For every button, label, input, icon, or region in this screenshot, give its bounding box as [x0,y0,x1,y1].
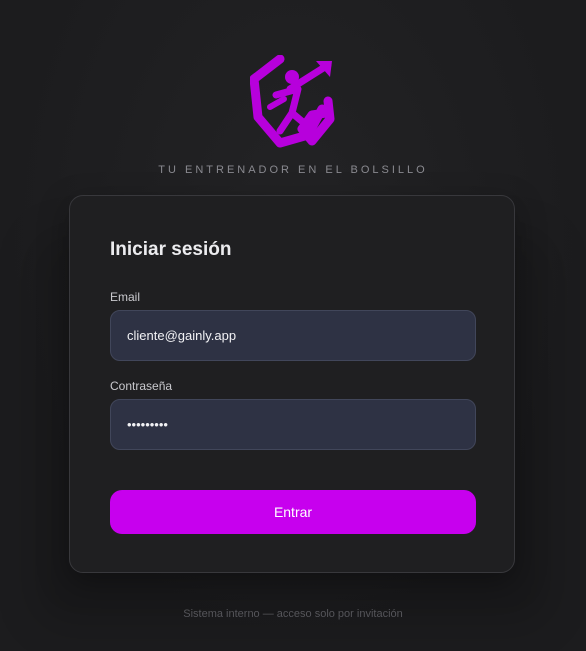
login-card: Iniciar sesión Email Contraseña Entrar [69,195,515,573]
password-field[interactable] [110,399,476,450]
password-label: Contraseña [110,379,173,393]
email-label: Email [110,290,141,304]
email-field[interactable] [110,310,476,361]
footer-notice: Sistema interno — acceso solo por invita… [183,608,403,620]
login-title: Iniciar sesión [110,239,232,260]
gainly-logo-icon [250,55,335,148]
brand-tagline: TU ENTRENADOR EN EL BOLSILLO [158,164,428,176]
login-page: TU ENTRENADOR EN EL BOLSILLO Iniciar ses… [0,0,586,651]
login-submit-button[interactable]: Entrar [110,490,476,534]
